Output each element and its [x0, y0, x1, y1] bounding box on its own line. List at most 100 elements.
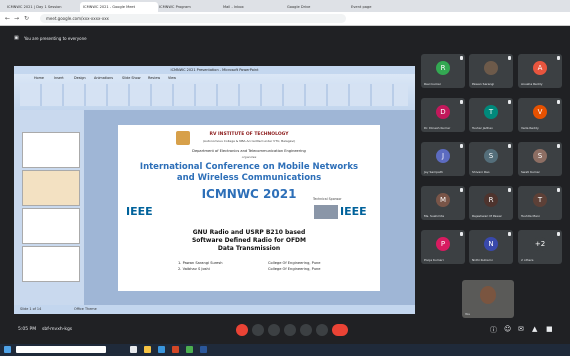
slide-thumbnail[interactable]: [22, 208, 80, 244]
ieee-logo-right: IEEE: [340, 205, 367, 218]
participant-tile[interactable]: D Dr. Dinesh Kumar: [421, 98, 465, 132]
reload-icon[interactable]: ↻: [24, 15, 29, 22]
activities-icon[interactable]: ▲: [532, 325, 537, 333]
ribbon-tab[interactable]: View: [168, 76, 176, 80]
camera-toggle-button[interactable]: [252, 324, 264, 336]
ribbon-toolbar[interactable]: [20, 84, 408, 106]
participant-name: Tushita Mani: [521, 214, 540, 218]
building-image: [314, 205, 338, 219]
edge-icon[interactable]: [158, 346, 165, 353]
participant-tile[interactable]: R Ravi kumar: [421, 54, 465, 88]
participant-avatar: V: [533, 105, 547, 119]
participant-tile[interactable]: A Anusha Reddy: [518, 54, 562, 88]
browser-tab[interactable]: Google Drive: [284, 2, 350, 12]
author-1: 1. Pawan Sarangi Suresh: [178, 261, 223, 265]
author-2-institution: College Of Engineering, Pune: [268, 267, 321, 271]
back-icon[interactable]: ←: [5, 15, 10, 22]
participant-avatar: J: [436, 149, 450, 163]
participant-tile[interactable]: P Pooja Kumari: [421, 230, 465, 264]
mic-muted-icon: [460, 232, 463, 236]
slide-thumbnail[interactable]: [22, 246, 80, 282]
taskbar-search-box[interactable]: [16, 346, 106, 353]
technical-sponsor-label: Technical Sponsor: [313, 197, 342, 201]
organizes-label: organizes: [241, 155, 257, 159]
presenting-label: You are presenting to everyone: [24, 36, 87, 41]
info-icon[interactable]: ⓘ: [490, 325, 497, 335]
ribbon-tab[interactable]: Slide Show: [122, 76, 141, 80]
start-icon[interactable]: [4, 346, 11, 353]
lock-icon[interactable]: ■: [546, 325, 553, 333]
ribbon-tab[interactable]: Insert: [54, 76, 64, 80]
participant-avatar: +2: [533, 237, 547, 251]
participant-avatar: R: [436, 61, 450, 75]
participant-tile[interactable]: M Ms. Sushmita: [421, 186, 465, 220]
task-view-icon[interactable]: [130, 346, 137, 353]
slide-thumbnail[interactable]: [22, 132, 80, 168]
more-options-button[interactable]: [316, 324, 328, 336]
participant-name: Ravi kumar: [424, 82, 441, 86]
participant-tile[interactable]: T Tushita Mani: [518, 186, 562, 220]
department: Department of Electronics and Telecommun…: [192, 149, 306, 153]
participant-name: Pawan Sarangi: [472, 82, 495, 86]
participant-tile[interactable]: V Veda Reddy: [518, 98, 562, 132]
participant-tile[interactable]: N Nidhi Kulkarni: [469, 230, 513, 264]
participant-avatar: A: [533, 61, 547, 75]
participant-avatar: P: [436, 237, 450, 251]
ribbon-tab[interactable]: Animations: [94, 76, 113, 80]
mic-toggle-button[interactable]: [236, 324, 248, 336]
ribbon-tab[interactable]: Review: [148, 76, 160, 80]
people-icon[interactable]: ☺: [504, 325, 511, 333]
self-view-video: [480, 286, 496, 304]
word-icon[interactable]: [200, 346, 207, 353]
mic-muted-icon: [508, 56, 511, 60]
chrome-icon[interactable]: [186, 346, 193, 353]
mic-muted-icon: [508, 188, 511, 192]
affiliation: (Autonomous College & NBA Accredited und…: [202, 139, 296, 143]
participant-tile[interactable]: Pawan Sarangi: [469, 54, 513, 88]
leave-call-button[interactable]: [332, 324, 348, 336]
participant-name: Ms. Sushmita: [424, 214, 445, 218]
mic-muted-icon: [557, 56, 560, 60]
chat-icon[interactable]: ✉: [518, 325, 524, 333]
slide-thumbnail[interactable]: [22, 170, 80, 206]
participant-name: Pooja Kumari: [424, 258, 444, 262]
browser-tab-strip: ICMNWC 2021 | Day 1 Session ICMNWC 2021 …: [0, 0, 570, 12]
institute-name: RV INSTITUTE OF TECHNOLOGY: [209, 132, 289, 137]
mic-muted-icon: [557, 188, 560, 192]
captions-button[interactable]: [268, 324, 280, 336]
mic-muted-icon: [557, 100, 560, 104]
participant-tile[interactable]: J Jay Sampath: [421, 142, 465, 176]
mic-muted-icon: [460, 144, 463, 148]
participant-tile[interactable]: S Swati Kumar: [518, 142, 562, 176]
browser-tab[interactable]: Event page: [348, 2, 414, 12]
participant-tile[interactable]: S Shivani Rao: [469, 142, 513, 176]
mic-muted-icon: [557, 144, 560, 148]
mic-muted-icon: [460, 188, 463, 192]
ribbon-tab[interactable]: Home: [34, 76, 44, 80]
ribbon-tab[interactable]: Design: [74, 76, 86, 80]
browser-tab[interactable]: Mail - Inbox: [220, 2, 286, 12]
participant-name: Rajeshwari M Pawar: [472, 214, 502, 218]
present-now-button[interactable]: [300, 324, 312, 336]
raise-hand-button[interactable]: [284, 324, 296, 336]
participant-tile[interactable]: T Tushar Jadhav: [469, 98, 513, 132]
participant-name: Nidhi Kulkarni: [472, 258, 493, 262]
browser-tab[interactable]: ICMNWC Program: [156, 2, 222, 12]
browser-tab[interactable]: ICMNWC 2021 | Day 1 Session: [4, 2, 82, 12]
participant-tile[interactable]: +2 2 others: [518, 230, 562, 264]
url-input[interactable]: meet.google.com/xxx-xxxx-xxx: [40, 14, 346, 23]
participant-tile[interactable]: R Rajeshwari M Pawar: [469, 186, 513, 220]
participant-avatar: T: [533, 193, 547, 207]
participant-avatar: N: [484, 237, 498, 251]
ppt-ribbon: Home Insert Design Animations Slide Show…: [14, 74, 415, 111]
self-view-tile[interactable]: You: [462, 280, 514, 318]
participant-name: Swati Kumar: [521, 170, 540, 174]
paper-title-2: Software Defined Radio for OFDM: [191, 237, 306, 244]
powerpoint-icon[interactable]: [172, 346, 179, 353]
author-1-institution: College Of Engineering, Pune: [268, 261, 321, 265]
forward-icon[interactable]: →: [14, 15, 19, 22]
browser-tab-active[interactable]: ICMNWC 2021 - Google Meet: [80, 2, 158, 12]
file-explorer-icon[interactable]: [144, 346, 151, 353]
ppt-status-bar: Slide 1 of 14 Office Theme: [14, 305, 415, 314]
participant-avatar: S: [533, 149, 547, 163]
